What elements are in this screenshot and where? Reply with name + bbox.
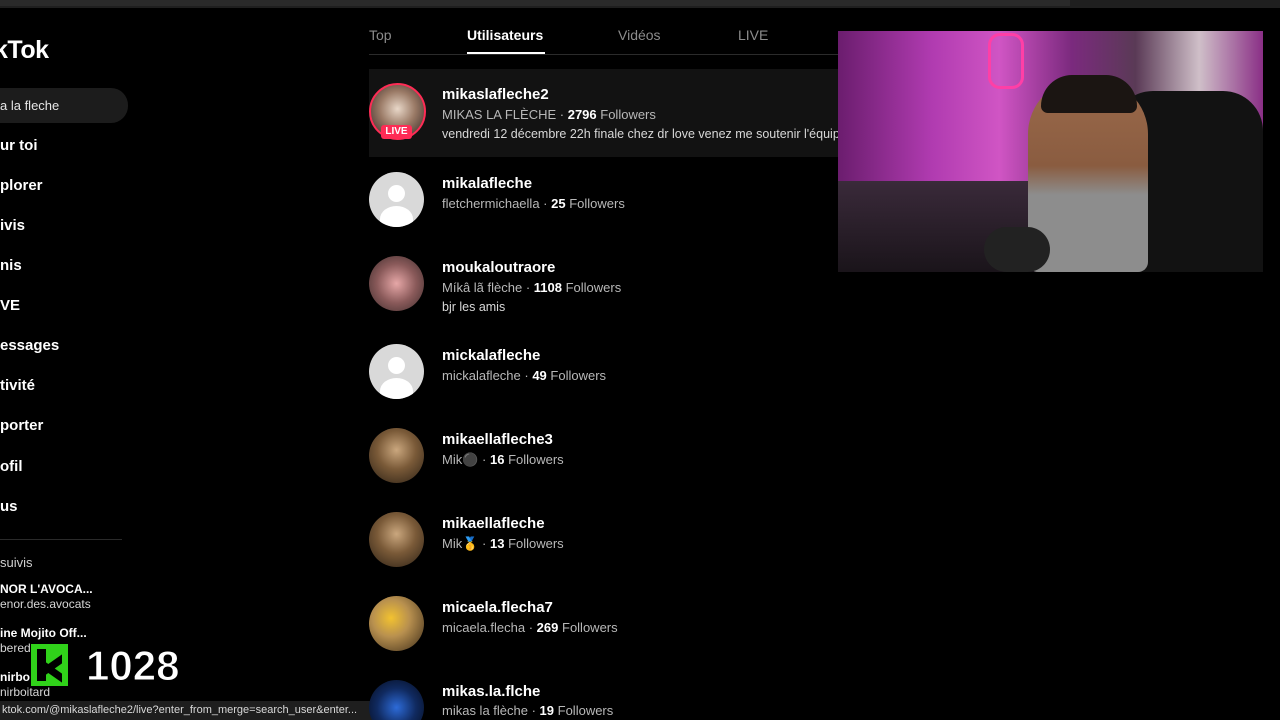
user-result-row[interactable]: mikalafleche fletchermichaella · 25 Foll…	[369, 158, 849, 244]
result-follower-count: 1108	[533, 280, 562, 295]
sidebar-item-for-you[interactable]: ur toi	[0, 137, 38, 154]
result-meta: MIKAS LA FLÈCHE · 2796 Followers	[442, 107, 656, 122]
result-username: mikaellafleche3	[442, 431, 553, 448]
result-meta: mickalafleche · 49 Followers	[442, 368, 607, 383]
result-followers-label: Followers	[565, 280, 622, 295]
search-input-value: a la fleche	[0, 98, 60, 113]
result-username: micaela.flecha7	[442, 599, 553, 616]
sidebar: kTok a la fleche ur toi plorer ivis nis …	[0, 8, 140, 720]
user-result-row[interactable]: mickalafleche mickalafleche · 49 Followe…	[369, 330, 849, 416]
result-followers-label: Followers	[550, 368, 607, 383]
result-followers-label: Followers	[508, 536, 564, 551]
result-username: mikalafleche	[442, 175, 533, 192]
result-followers-label: Followers	[508, 452, 564, 467]
search-input[interactable]: a la fleche	[0, 88, 128, 123]
user-result-row[interactable]: moukaloutraore Míkâ lã flèche · 1108 Fol…	[369, 242, 849, 328]
user-result-row[interactable]: micaela.flecha7 micaela.flecha · 269 Fol…	[369, 582, 849, 668]
tab-videos[interactable]: Vidéos	[618, 27, 661, 43]
link-status-bar: ktok.com/@mikaslafleche2/live?enter_from…	[0, 701, 378, 720]
result-meta: fletchermichaella · 25 Followers	[442, 196, 625, 211]
sidebar-item-more[interactable]: us	[0, 498, 18, 515]
result-bio: bjr les amis	[442, 300, 506, 314]
result-meta: Mik🥇 · 13 Followers	[442, 536, 564, 551]
result-follower-count: 25	[551, 196, 566, 211]
result-follower-count: 13	[489, 536, 505, 551]
result-follower-count: 16	[489, 452, 505, 467]
sidebar-item-friends[interactable]: nis	[0, 257, 22, 274]
result-nickname: fletchermichaella	[442, 196, 540, 211]
result-username: mickalafleche	[442, 347, 541, 364]
sidebar-item-explore[interactable]: plorer	[0, 177, 43, 194]
sidebar-item-activity[interactable]: tivité	[0, 377, 35, 394]
avatar[interactable]	[369, 344, 424, 399]
following-account-handle: enor.des.avocats	[0, 597, 91, 611]
sidebar-item-upload[interactable]: porter	[0, 417, 43, 434]
result-followers-label: Followers	[562, 620, 618, 635]
viewer-counter: 1028	[85, 642, 180, 690]
sidebar-divider	[0, 539, 122, 540]
result-followers-label: Followers	[569, 196, 625, 211]
avatar[interactable]	[369, 172, 424, 227]
avatar[interactable]	[369, 256, 424, 311]
result-followers-label: Followers	[557, 703, 614, 718]
following-account[interactable]: NOR L'AVOCA... enor.des.avocats	[0, 582, 93, 611]
result-followers-label: Followers	[600, 107, 656, 122]
webcam-overlay	[838, 31, 1263, 272]
result-meta: Míkâ lã flèche · 1108 Followers	[442, 280, 622, 295]
result-username: mikaellafleche	[442, 515, 545, 532]
kick-logo-icon	[31, 644, 68, 686]
result-nickname: MIKAS LA FLÈCHE	[442, 107, 557, 122]
result-nickname: micaela.flecha	[442, 620, 526, 635]
tab-users[interactable]: Utilisateurs	[467, 27, 543, 43]
browser-top-segment	[0, 0, 1070, 6]
microphone	[984, 227, 1050, 272]
result-nickname: Mik🥇	[442, 536, 479, 551]
result-meta: Mik⚫ · 16 Followers	[442, 452, 564, 467]
following-account-name: ine Mojito Off...	[0, 626, 87, 640]
user-result-row[interactable]: mikas.la.flche mikas la flèche · 19 Foll…	[369, 666, 849, 720]
tiktok-logo[interactable]: kTok	[0, 36, 49, 65]
result-follower-count: 49	[532, 368, 547, 383]
active-tab-indicator	[467, 52, 545, 54]
user-result-row[interactable]: mikaellafleche3 Mik⚫ · 16 Followers	[369, 414, 849, 500]
sidebar-item-profile[interactable]: ofil	[0, 458, 23, 475]
result-nickname: mickalafleche	[442, 368, 521, 383]
result-follower-count: 2796	[567, 107, 597, 122]
user-result-row[interactable]: mikaellafleche Mik🥇 · 13 Followers	[369, 498, 849, 584]
following-account-handle: nirboitard	[0, 685, 51, 699]
sidebar-item-messages[interactable]: essages	[0, 337, 59, 354]
following-account-name: NOR L'AVOCA...	[0, 582, 93, 596]
sidebar-item-following[interactable]: ivis	[0, 217, 25, 234]
result-nickname: mikas la flèche	[442, 703, 528, 718]
avatar[interactable]	[369, 596, 424, 651]
result-username: moukaloutraore	[442, 259, 556, 276]
avatar[interactable]	[369, 512, 424, 567]
neon-sign	[988, 33, 1024, 89]
user-result-row[interactable]: LIVE mikaslafleche2 MIKAS LA FLÈCHE · 27…	[369, 69, 849, 157]
sidebar-item-live[interactable]: VE	[0, 297, 20, 314]
result-follower-count: 269	[536, 620, 559, 635]
result-nickname: Míkâ lã flèche	[442, 280, 523, 295]
streamer-hair	[1041, 75, 1137, 113]
avatar[interactable]	[369, 428, 424, 483]
result-bio: vendredi 12 décembre 22h finale chez dr …	[442, 127, 840, 141]
status-url: ktok.com/@mikaslafleche2/live?enter_from…	[2, 704, 358, 716]
browser-top-bar	[0, 0, 1280, 8]
result-meta: mikas la flèche · 19 Followers	[442, 703, 614, 718]
result-username: mikaslafleche2	[442, 86, 549, 103]
tab-top[interactable]: Top	[369, 27, 392, 43]
result-username: mikas.la.flche	[442, 683, 541, 700]
result-meta: micaela.flecha · 269 Followers	[442, 620, 618, 635]
result-follower-count: 19	[539, 703, 555, 718]
result-nickname: Mik⚫	[442, 452, 479, 467]
live-badge: LIVE	[381, 125, 412, 139]
avatar[interactable]	[369, 680, 424, 720]
tab-live[interactable]: LIVE	[738, 27, 768, 43]
following-accounts-title: suivis	[0, 555, 33, 570]
